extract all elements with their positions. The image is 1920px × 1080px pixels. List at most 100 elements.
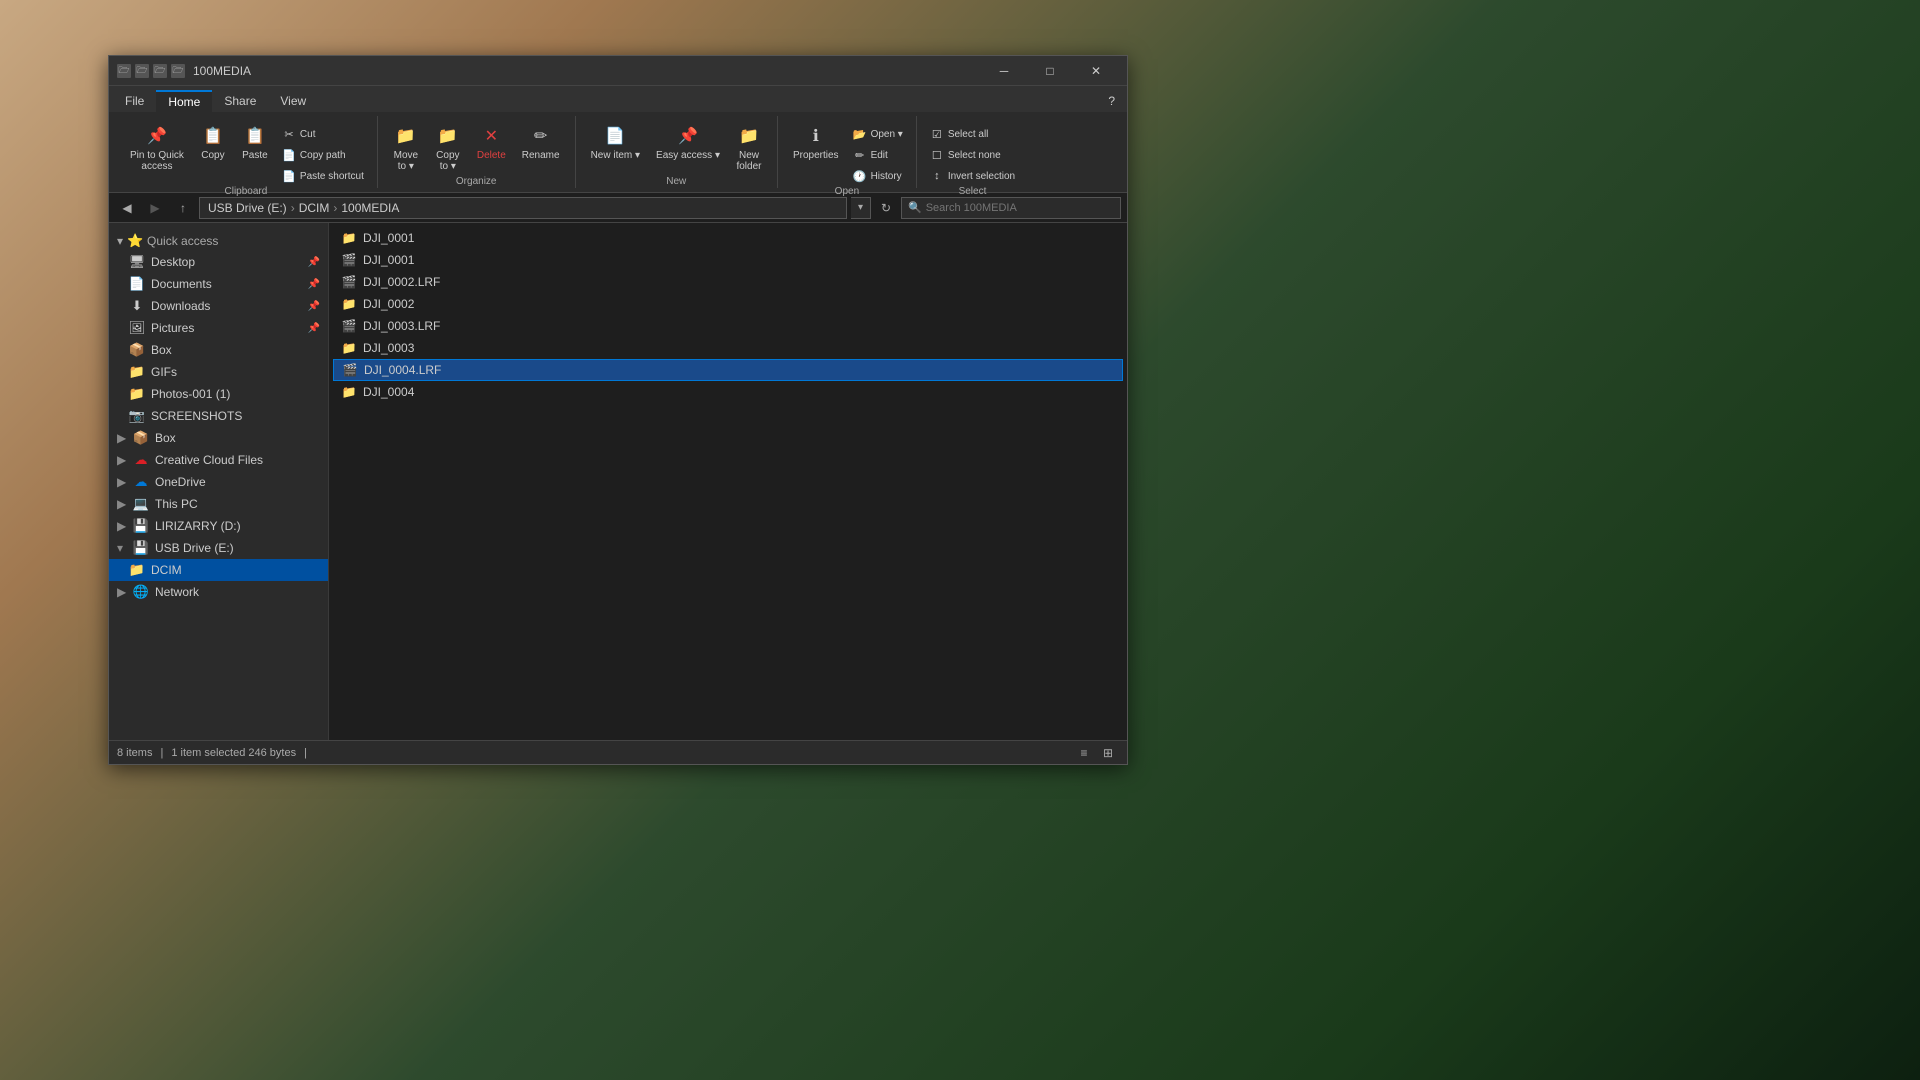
select-none-button[interactable]: ☐ Select none bbox=[925, 145, 1020, 165]
minimize-button[interactable]: ─ bbox=[981, 56, 1027, 86]
this-pc-arrow: ▶ bbox=[117, 497, 127, 511]
this-pc-label: This PC bbox=[155, 497, 198, 511]
details-view-button[interactable]: ≡ bbox=[1073, 744, 1095, 762]
file-item-dji0004-folder[interactable]: 📁 DJI_0004 bbox=[333, 381, 1123, 403]
paste-shortcut-button[interactable]: 📄 Paste shortcut bbox=[277, 166, 369, 186]
sidebar-item-usb-drive[interactable]: ▾ 💾 USB Drive (E:) bbox=[109, 537, 328, 559]
status-extra-separator: | bbox=[304, 747, 307, 759]
new-folder-label: Newfolder bbox=[736, 150, 761, 172]
address-dropdown-button[interactable]: ▾ bbox=[851, 197, 871, 219]
sidebar-item-creative-cloud[interactable]: ▶ ☁ Creative Cloud Files bbox=[109, 449, 328, 471]
tab-home[interactable]: Home bbox=[156, 90, 212, 112]
easy-access-button[interactable]: 📌 Easy access ▾ bbox=[649, 120, 727, 165]
file-item-dji0001-lrf[interactable]: 🎬 DJI_0001 bbox=[333, 249, 1123, 271]
delete-button[interactable]: ✕ Delete bbox=[470, 120, 513, 165]
sidebar-item-this-pc[interactable]: ▶ 💻 This PC bbox=[109, 493, 328, 515]
sidebar-item-network[interactable]: ▶ 🌐 Network bbox=[109, 581, 328, 603]
onedrive-label: OneDrive bbox=[155, 475, 206, 489]
sidebar-item-dcim[interactable]: 📁 DCIM bbox=[109, 559, 328, 581]
search-icon: 🔍 bbox=[908, 201, 922, 214]
sidebar-item-downloads[interactable]: ⬇ Downloads 📌 bbox=[109, 295, 328, 317]
up-button[interactable]: ↑ bbox=[171, 197, 195, 219]
select-all-label: Select all bbox=[948, 129, 989, 140]
sidebar-item-onedrive[interactable]: ▶ ☁ OneDrive bbox=[109, 471, 328, 493]
path-segment-usb[interactable]: USB Drive (E:) bbox=[208, 201, 287, 215]
select-none-label: Select none bbox=[948, 150, 1001, 161]
search-input[interactable] bbox=[926, 202, 1114, 214]
sidebar-item-photos[interactable]: 📁 Photos-001 (1) bbox=[109, 383, 328, 405]
address-path[interactable]: USB Drive (E:) › DCIM › 100MEDIA bbox=[199, 197, 847, 219]
quick-access-label: Quick access bbox=[147, 234, 218, 248]
onedrive-icon: ☁ bbox=[133, 474, 149, 490]
refresh-button[interactable]: ↻ bbox=[875, 197, 897, 219]
sidebar-item-lirizarry[interactable]: ▶ 💾 LIRIZARRY (D:) bbox=[109, 515, 328, 537]
move-to-button[interactable]: 📁 Moveto ▾ bbox=[386, 120, 426, 176]
copy-label: Copy bbox=[201, 150, 224, 161]
move-icon: 📁 bbox=[394, 124, 418, 148]
sidebar-item-box-qa[interactable]: 📦 Box bbox=[109, 339, 328, 361]
history-icon: 🕐 bbox=[853, 169, 867, 183]
tab-file[interactable]: File bbox=[113, 90, 156, 112]
sidebar-section-quick-access[interactable]: ▾ ⭐ Quick access bbox=[109, 227, 328, 251]
ribbon-group-select: ☑ Select all ☐ Select none ↕ Invert sele… bbox=[917, 116, 1028, 188]
ribbon-group-clipboard: 📌 Pin to Quickaccess 📋 Copy 📋 Paste ✂ bbox=[115, 116, 378, 188]
open-button[interactable]: 📂 Open ▾ bbox=[848, 124, 908, 144]
new-folder-button[interactable]: 📁 Newfolder bbox=[729, 120, 769, 176]
invert-label: Invert selection bbox=[948, 171, 1015, 182]
box-qa-label: Box bbox=[151, 343, 172, 357]
maximize-button[interactable]: □ bbox=[1027, 56, 1073, 86]
gifs-icon: 📁 bbox=[129, 364, 145, 380]
cc-arrow: ▶ bbox=[117, 453, 127, 467]
sidebar-item-screenshots[interactable]: 📷 SCREENSHOTS bbox=[109, 405, 328, 427]
tab-share[interactable]: Share bbox=[212, 90, 268, 112]
large-icons-view-button[interactable]: ⊞ bbox=[1097, 744, 1119, 762]
sidebar-item-desktop[interactable]: 🖥 Desktop 📌 bbox=[109, 251, 328, 273]
file-item-dji0002-lrf[interactable]: 🎬 DJI_0002.LRF bbox=[333, 271, 1123, 293]
copy-path-button[interactable]: 📄 Copy path bbox=[277, 145, 369, 165]
status-bar: 8 items | 1 item selected 246 bytes | ≡ … bbox=[109, 740, 1127, 764]
network-arrow: ▶ bbox=[117, 585, 127, 599]
clipboard-items: 📌 Pin to Quickaccess 📋 Copy 📋 Paste ✂ bbox=[123, 116, 369, 186]
content-area[interactable]: 📁 DJI_0001 🎬 DJI_0001 🎬 DJI_0002.LRF 📁 D… bbox=[329, 223, 1127, 740]
help-button[interactable]: ? bbox=[1100, 90, 1123, 112]
edit-button[interactable]: ✏ Edit bbox=[848, 145, 908, 165]
desktop-icon: 🖥 bbox=[129, 254, 145, 270]
invert-selection-button[interactable]: ↕ Invert selection bbox=[925, 166, 1020, 186]
tab-view[interactable]: View bbox=[268, 90, 318, 112]
path-segment-dcim[interactable]: DCIM bbox=[299, 201, 330, 215]
file-item-dji0001-folder[interactable]: 📁 DJI_0001 bbox=[333, 227, 1123, 249]
select-none-icon: ☐ bbox=[930, 148, 944, 162]
cut-button[interactable]: ✂ Cut bbox=[277, 124, 369, 144]
file-item-dji0003-folder[interactable]: 📁 DJI_0003 bbox=[333, 337, 1123, 359]
search-box[interactable]: 🔍 bbox=[901, 197, 1121, 219]
path-sep-2: › bbox=[333, 201, 337, 215]
sidebar-item-gifs[interactable]: 📁 GIFs bbox=[109, 361, 328, 383]
file-item-dji0004-lrf[interactable]: 🎬 DJI_0004.LRF bbox=[333, 359, 1123, 381]
sidebar-item-documents[interactable]: 📄 Documents 📌 bbox=[109, 273, 328, 295]
back-button[interactable]: ◀ bbox=[115, 197, 139, 219]
copy-button[interactable]: 📋 Copy bbox=[193, 120, 233, 165]
lirizarry-icon: 💾 bbox=[133, 518, 149, 534]
history-button[interactable]: 🕐 History bbox=[848, 166, 908, 186]
edit-label: Edit bbox=[871, 150, 888, 161]
file-name: DJI_0001 bbox=[363, 253, 414, 267]
new-item-button[interactable]: 📄 New item ▾ bbox=[584, 120, 647, 165]
rename-button[interactable]: ✏ Rename bbox=[515, 120, 567, 165]
copy-to-button[interactable]: 📁 Copyto ▾ bbox=[428, 120, 468, 176]
forward-button[interactable]: ▶ bbox=[143, 197, 167, 219]
sidebar-item-box[interactable]: ▶ 📦 Box bbox=[109, 427, 328, 449]
close-button[interactable]: ✕ bbox=[1073, 56, 1119, 86]
properties-button[interactable]: ℹ Properties bbox=[786, 120, 846, 165]
select-all-button[interactable]: ☑ Select all bbox=[925, 124, 1020, 144]
window-title: 100MEDIA bbox=[193, 64, 981, 78]
cut-icon: ✂ bbox=[282, 127, 296, 141]
edit-icon: ✏ bbox=[853, 148, 867, 162]
organize-items: 📁 Moveto ▾ 📁 Copyto ▾ ✕ Delete ✏ Rename bbox=[386, 116, 567, 176]
file-item-dji0002-folder[interactable]: 📁 DJI_0002 bbox=[333, 293, 1123, 315]
sidebar-item-pictures[interactable]: 🖼 Pictures 📌 bbox=[109, 317, 328, 339]
paste-button[interactable]: 📋 Paste bbox=[235, 120, 275, 165]
invert-icon: ↕ bbox=[930, 169, 944, 183]
file-item-dji0003-lrf[interactable]: 🎬 DJI_0003.LRF bbox=[333, 315, 1123, 337]
pin-to-quick-access-button[interactable]: 📌 Pin to Quickaccess bbox=[123, 120, 191, 176]
path-segment-100media[interactable]: 100MEDIA bbox=[341, 201, 399, 215]
